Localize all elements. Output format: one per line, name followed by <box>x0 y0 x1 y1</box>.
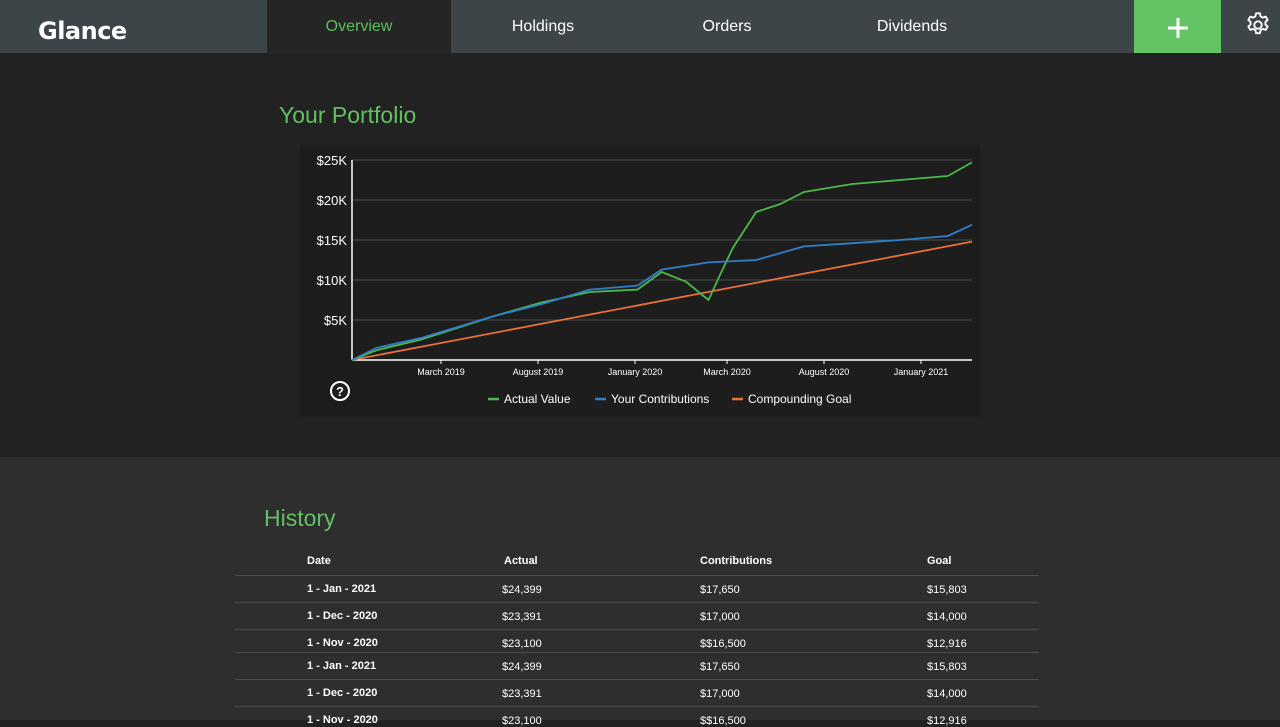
table-row[interactable]: 1 - Nov - 2020 $23,100 $$16,500 $12,916 <box>235 706 1039 727</box>
contributions-cell: $17,000 <box>700 611 740 623</box>
y-tick-label: $25K <box>317 153 348 168</box>
question-circle-icon[interactable]: ? <box>330 381 350 401</box>
y-tick-label: $5K <box>324 313 347 328</box>
add-button[interactable] <box>1134 0 1221 56</box>
y-tick-label: $10K <box>317 273 348 288</box>
portfolio-chart-container: $25K $20K $15K $10K $5K March 2019 August 2019… <box>300 145 980 417</box>
date-cell: 1 - Nov - 2020 <box>307 714 378 726</box>
tab-orders[interactable]: Orders <box>635 0 819 53</box>
plus-icon <box>1167 18 1188 38</box>
contributions-cell: $$16,500 <box>700 638 746 650</box>
tab-holdings[interactable]: Holdings <box>451 0 635 53</box>
date-cell: 1 - Nov - 2020 <box>307 637 378 649</box>
column-header-date[interactable]: Date <box>307 555 331 567</box>
x-tick-label: March 2019 <box>417 367 465 377</box>
date-cell: 1 - Dec - 2020 <box>307 610 378 622</box>
actual-cell: $23,391 <box>502 611 542 623</box>
history-title: History <box>264 505 336 531</box>
goal-cell: $14,000 <box>927 611 967 623</box>
date-cell: 1 - Dec - 2020 <box>307 687 378 699</box>
gear-icon[interactable] <box>1244 11 1272 39</box>
goal-cell: $12,916 <box>927 715 967 727</box>
legend-label: Actual Value <box>504 392 571 406</box>
contributions-cell: $17,650 <box>700 584 740 596</box>
tab-dividends[interactable]: Dividends <box>819 0 1005 53</box>
x-tick-label: January 2020 <box>608 367 663 377</box>
y-tick-label: $15K <box>317 233 348 248</box>
actual-cell: $23,100 <box>502 715 542 727</box>
x-tick-label: August 2020 <box>799 367 850 377</box>
actual-cell: $24,399 <box>502 584 542 596</box>
tab-overview[interactable]: Overview <box>267 0 451 53</box>
contributions-cell: $$16,500 <box>700 715 746 727</box>
legend-label: Your Contributions <box>611 392 709 406</box>
column-header-contributions[interactable]: Contributions <box>700 555 772 567</box>
app-logo[interactable]: Glance <box>38 17 127 45</box>
table-row[interactable]: 1 - Jan - 2021 $24,399 $17,650 $15,803 <box>235 652 1039 679</box>
column-header-goal[interactable]: Goal <box>927 555 951 567</box>
table-row[interactable]: 1 - Nov - 2020 $23,100 $$16,500 $12,916 <box>235 629 1039 652</box>
actual-cell: $23,100 <box>502 638 542 650</box>
goal-cell: $15,803 <box>927 584 967 596</box>
portfolio-chart: $25K $20K $15K $10K $5K March 2019 August 2019… <box>317 153 973 406</box>
portfolio-title: Your Portfolio <box>279 102 417 128</box>
table-row[interactable]: 1 - Dec - 2020 $23,391 $17,000 $14,000 <box>235 602 1039 629</box>
table-row[interactable]: 1 - Jan - 2021 $24,399 $17,650 $15,803 <box>235 575 1039 602</box>
goal-cell: $15,803 <box>927 661 967 673</box>
actual-cell: $24,399 <box>502 661 542 673</box>
contributions-cell: $17,650 <box>700 661 740 673</box>
date-cell: 1 - Jan - 2021 <box>307 660 377 672</box>
goal-cell: $12,916 <box>927 638 967 650</box>
top-nav-bar: Glance Overview Holdings Orders Dividend… <box>0 0 1280 56</box>
series-line-compounding-goal <box>351 240 973 361</box>
date-cell: 1 - Jan - 2021 <box>307 583 377 595</box>
actual-cell: $23,391 <box>502 688 542 700</box>
column-header-actual[interactable]: Actual <box>504 555 538 567</box>
legend-label: Compounding Goal <box>748 392 851 406</box>
x-tick-label: March 2020 <box>703 367 751 377</box>
goal-cell: $14,000 <box>927 688 967 700</box>
series-line-your-contributions <box>351 223 973 361</box>
x-tick-label: August 2019 <box>513 367 564 377</box>
table-row[interactable]: 1 - Dec - 2020 $23,391 $17,000 $14,000 <box>235 679 1039 706</box>
contributions-cell: $17,000 <box>700 688 740 700</box>
y-tick-label: $20K <box>317 193 348 208</box>
x-tick-label: January 2021 <box>894 367 949 377</box>
